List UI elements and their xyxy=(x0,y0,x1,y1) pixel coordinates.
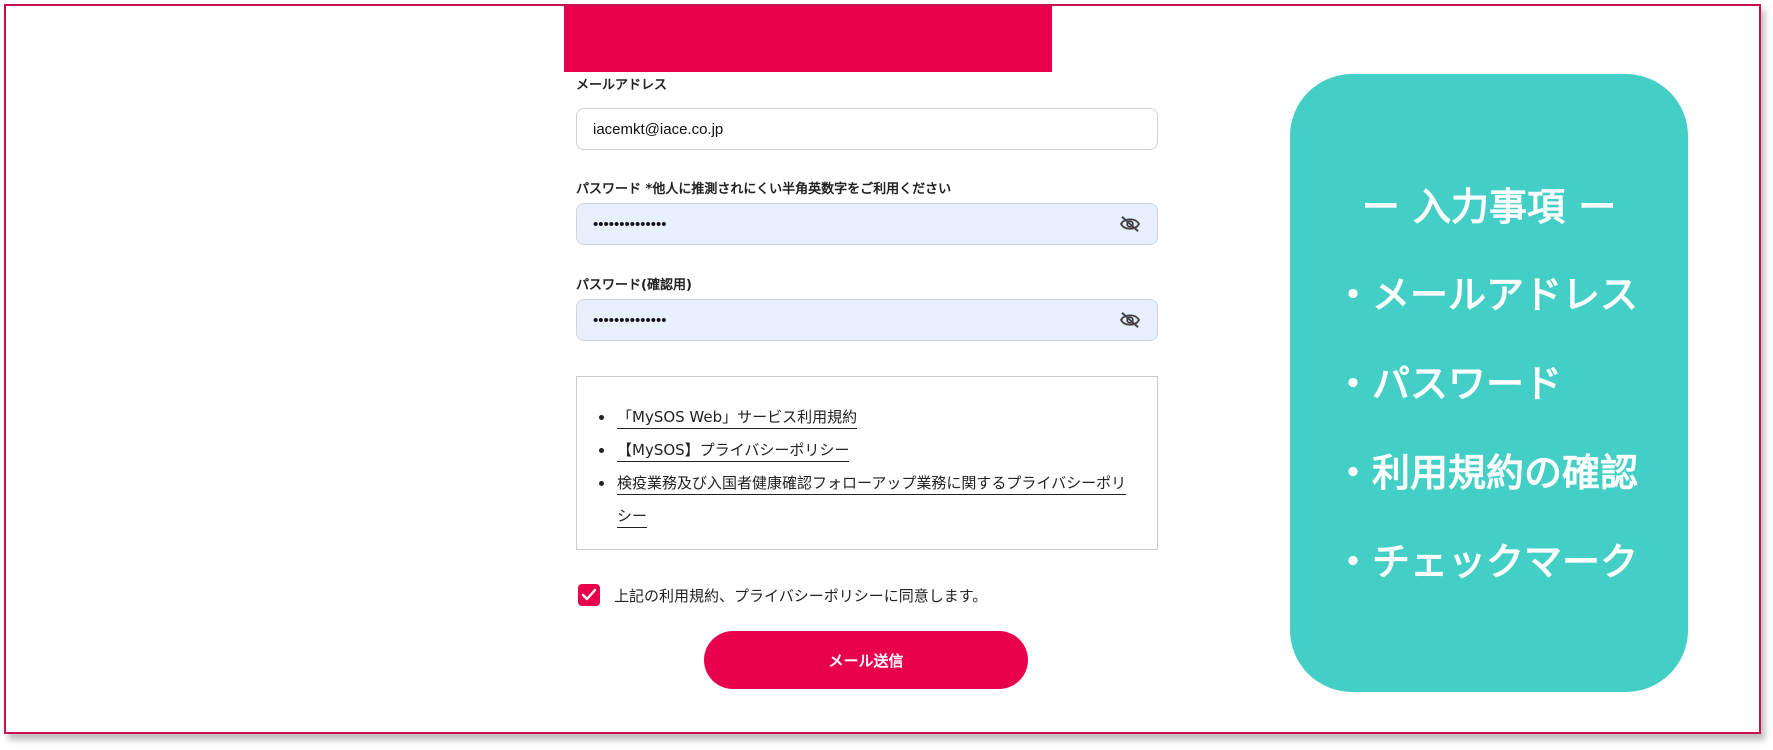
eye-slash-icon[interactable] xyxy=(1117,309,1143,331)
confirm-password-label: パスワード(確認用) xyxy=(576,278,692,293)
list-item: 【MySOS】プライバシーポリシー xyxy=(615,434,1137,467)
panel-item-terms: ・利用規約の確認 xyxy=(1334,451,1639,495)
agree-row: 上記の利用規約、プライバシーポリシーに同意します。 xyxy=(578,584,987,606)
terms-list: 「MySOS Web」サービス利用規約 【MySOS】プライバシーポリシー 検疫… xyxy=(597,401,1137,533)
header-banner xyxy=(564,6,1052,72)
terms-box: 「MySOS Web」サービス利用規約 【MySOS】プライバシーポリシー 検疫… xyxy=(576,376,1158,550)
password-label: パスワード *他人に推測されにくい半角英数字をご利用ください xyxy=(576,182,952,197)
email-label: メールアドレス xyxy=(576,78,668,93)
email-input[interactable] xyxy=(591,119,1143,139)
password-input[interactable] xyxy=(591,214,1117,234)
list-item: 検疫業務及び入国者健康確認フォローアップ業務に関するプライバシーポリシー xyxy=(615,467,1137,533)
panel-item-checkmark: ・チェックマーク xyxy=(1334,540,1639,584)
eye-slash-icon[interactable] xyxy=(1117,213,1143,235)
terms-link-quarantine-privacy[interactable]: 検疫業務及び入国者健康確認フォローアップ業務に関するプライバシーポリシー xyxy=(617,474,1127,528)
terms-link-service[interactable]: 「MySOS Web」サービス利用規約 xyxy=(617,408,858,429)
agree-label: 上記の利用規約、プライバシーポリシーに同意します。 xyxy=(614,586,988,605)
confirm-password-input[interactable] xyxy=(591,310,1117,330)
agree-checkbox[interactable] xyxy=(578,584,600,606)
terms-link-privacy[interactable]: 【MySOS】プライバシーポリシー xyxy=(617,441,850,462)
list-item: 「MySOS Web」サービス利用規約 xyxy=(615,401,1137,434)
panel-item-email: ・メールアドレス xyxy=(1334,273,1639,317)
input-items-panel: ー 入力事項 ー ・メールアドレス ・パスワード ・利用規約の確認 ・チェックマ… xyxy=(1290,74,1688,692)
panel-item-password: ・パスワード xyxy=(1334,362,1563,406)
confirm-password-field-container xyxy=(576,299,1158,341)
email-field-container xyxy=(576,108,1158,150)
password-field-container xyxy=(576,203,1158,245)
send-mail-button[interactable]: メール送信 xyxy=(704,631,1028,689)
panel-title: ー 入力事項 ー xyxy=(1361,185,1617,229)
checkmark-icon xyxy=(581,588,597,601)
